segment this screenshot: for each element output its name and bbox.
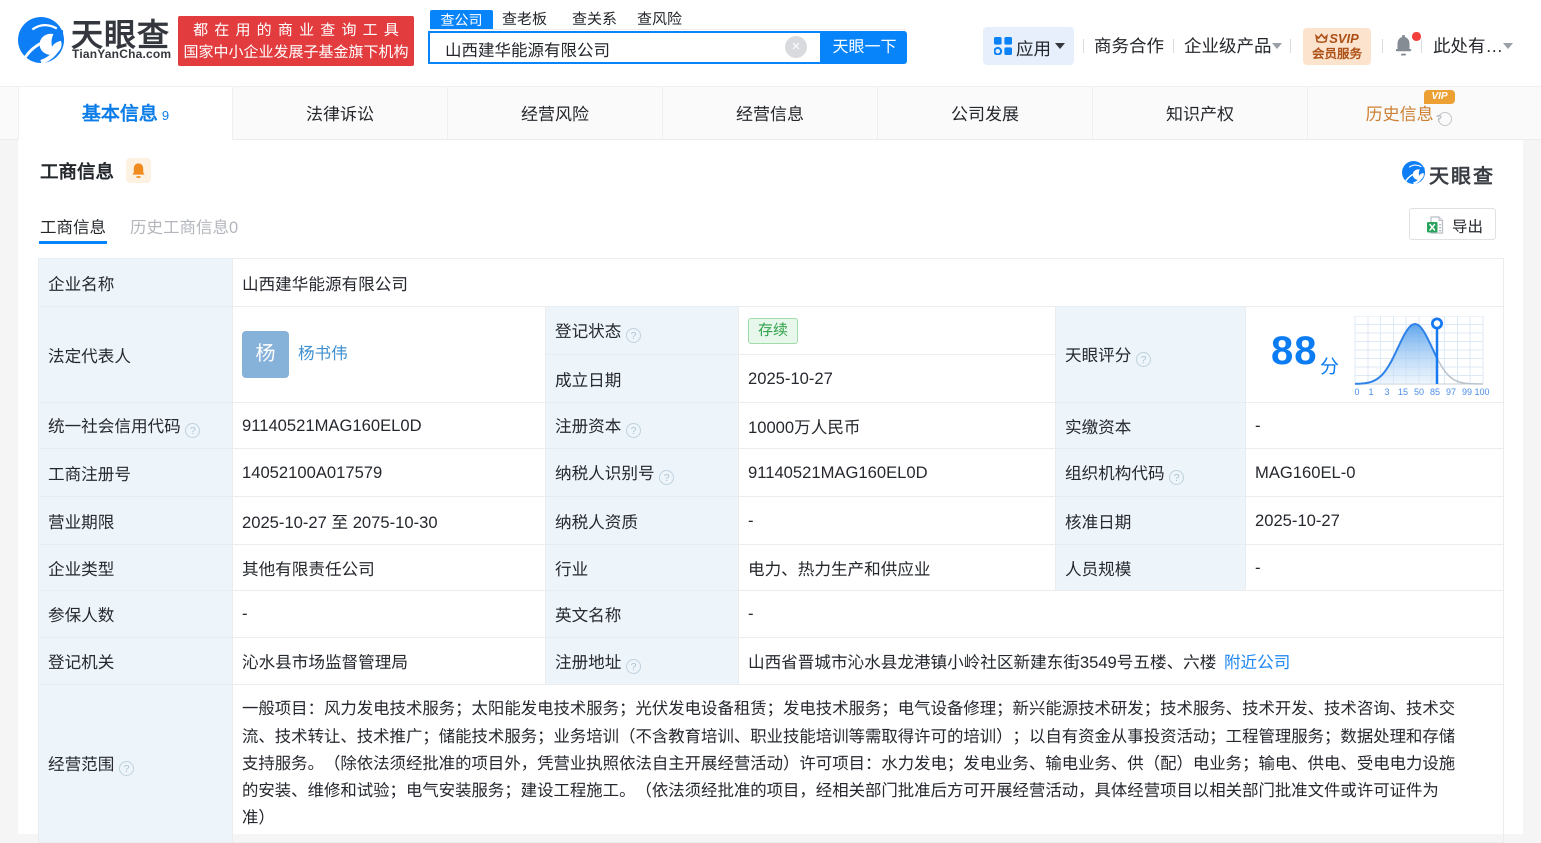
svg-text:15: 15 [1398, 387, 1408, 397]
svg-text:100: 100 [1474, 387, 1489, 397]
svg-text:85: 85 [1430, 387, 1440, 397]
svg-text:1: 1 [1368, 387, 1373, 397]
svg-text:3: 3 [1384, 387, 1389, 397]
svg-text:0: 0 [1354, 387, 1359, 397]
svg-text:97: 97 [1446, 387, 1456, 397]
svg-text:99: 99 [1462, 387, 1472, 397]
svg-text:50: 50 [1414, 387, 1424, 397]
